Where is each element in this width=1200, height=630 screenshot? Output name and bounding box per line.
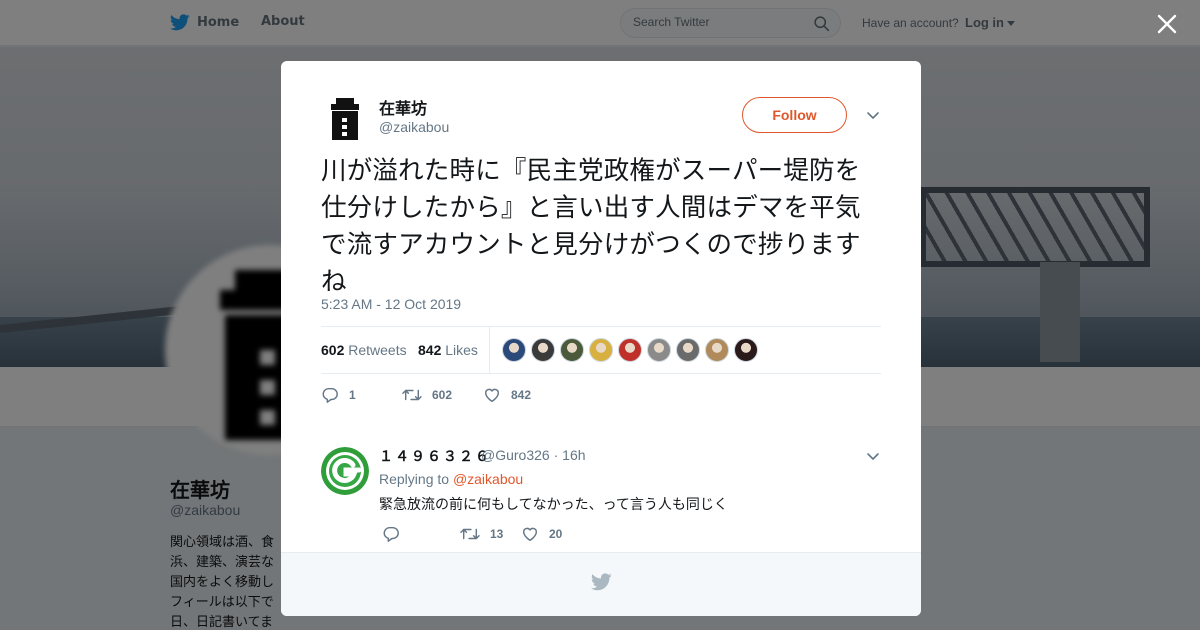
likes-label: Likes: [445, 342, 478, 358]
replying-to-link[interactable]: @zaikabou: [453, 471, 523, 487]
reply-action[interactable]: 1: [321, 386, 356, 404]
like-action[interactable]: 842: [483, 386, 531, 404]
liker-avatar[interactable]: [589, 338, 613, 362]
retweets-label: Retweets: [348, 342, 407, 358]
retweet-action[interactable]: 13: [460, 525, 503, 543]
like-count: 842: [511, 388, 532, 402]
liker-avatar[interactable]: [705, 338, 729, 362]
likes-stat[interactable]: 842 Likes: [418, 342, 478, 358]
tweet-timestamp[interactable]: 5:23 AM - 12 Oct 2019: [321, 296, 461, 312]
reply-author-name[interactable]: １４９６３２６: [379, 446, 491, 466]
liker-avatar[interactable]: [647, 338, 671, 362]
reply-action[interactable]: [382, 525, 410, 543]
reply-author-handle[interactable]: @Guro326: [481, 447, 550, 463]
author-avatar[interactable]: [321, 94, 369, 142]
reply-avatar[interactable]: [321, 447, 369, 495]
twitter-bird-icon: [591, 573, 612, 591]
tweet-text: 川が溢れた時に『民主党政権がスーパー堤防を仕分けしたから』と言い出す人間はデマを…: [321, 156, 861, 297]
reply-icon: [322, 387, 338, 403]
reply-meta: @Guro326 · 16h: [481, 447, 586, 463]
likes-count: 842: [418, 342, 442, 358]
modal-footer: [281, 552, 921, 616]
stats-divider: [489, 327, 490, 374]
chevron-down-icon[interactable]: [866, 450, 880, 464]
reply-text: 緊急放流の前に何もしてなかった、って言う人も同じく: [379, 497, 728, 513]
liker-avatar[interactable]: [734, 338, 758, 362]
liker-avatar[interactable]: [502, 338, 526, 362]
author-name[interactable]: 在華坊: [379, 95, 427, 119]
like-action[interactable]: 20: [521, 525, 562, 543]
retweets-count: 602: [321, 342, 345, 358]
meta-separator: ·: [553, 447, 563, 463]
replying-to: Replying to @zaikabou: [379, 471, 523, 487]
liker-avatar[interactable]: [618, 338, 642, 362]
chevron-down-icon[interactable]: [866, 109, 880, 123]
heart-icon: [484, 388, 500, 403]
retweets-stat[interactable]: 602 Retweets: [321, 342, 407, 358]
close-icon[interactable]: [1155, 12, 1179, 36]
heart-icon: [522, 527, 538, 542]
like-count: 20: [549, 527, 563, 541]
liker-avatar[interactable]: [560, 338, 584, 362]
tweet-stats: 602 Retweets 842 Likes: [321, 326, 881, 374]
retweet-count: 602: [432, 388, 453, 402]
liker-avatar[interactable]: [676, 338, 700, 362]
reply-age[interactable]: 16h: [562, 447, 585, 463]
reply-count: 1: [349, 388, 356, 402]
retweet-count: 13: [490, 527, 504, 541]
reply-icon: [383, 526, 399, 542]
replying-to-prefix: Replying to: [379, 471, 450, 487]
liker-avatars: [502, 338, 763, 362]
author-handle[interactable]: @zaikabou: [379, 119, 449, 135]
reply-tweet[interactable]: １４９６３２６ @Guro326 · 16h Replying to @zaik…: [281, 433, 921, 553]
tweet-modal: 在華坊 @zaikabou Follow 川が溢れた時に『民主党政権がスーパー堤…: [281, 61, 921, 616]
liker-avatar[interactable]: [531, 338, 555, 362]
retweet-action[interactable]: 602: [402, 386, 452, 404]
retweet-icon: [402, 389, 422, 401]
retweet-icon: [460, 528, 480, 540]
follow-button[interactable]: Follow: [742, 97, 847, 133]
